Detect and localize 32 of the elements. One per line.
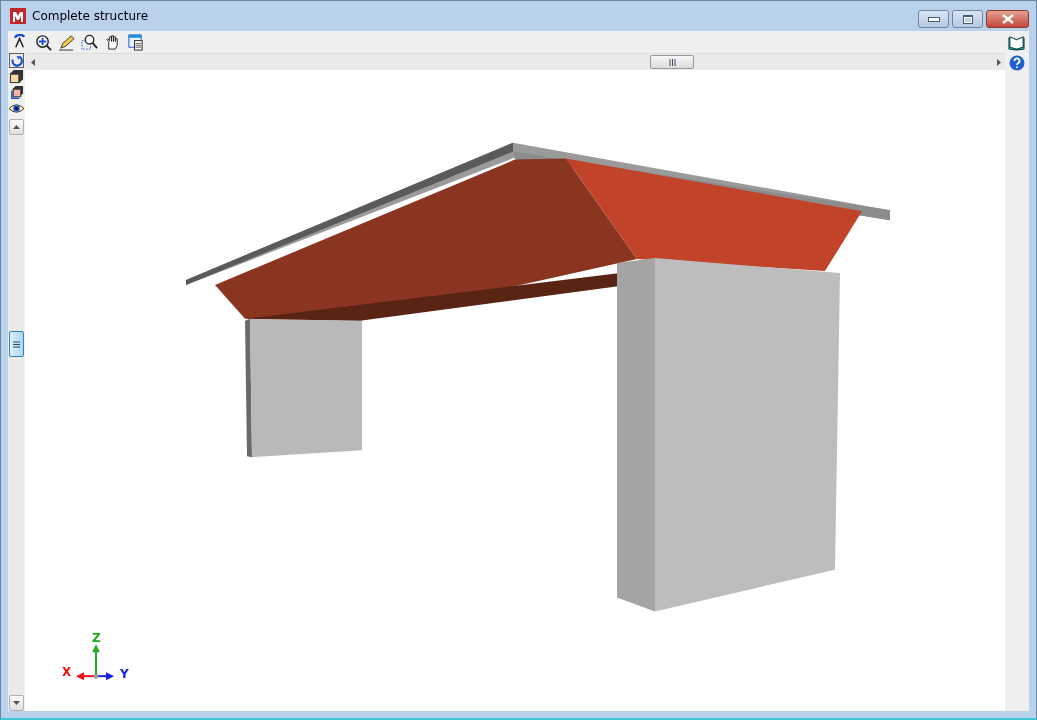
rotate-cube-icon[interactable] [9, 85, 24, 100]
axis-label: Y [120, 668, 129, 680]
help-icon[interactable] [1009, 55, 1025, 71]
hand-pan-icon[interactable] [104, 33, 121, 51]
scroll-thumb[interactable] [650, 55, 694, 69]
zoom-window-icon[interactable] [81, 33, 98, 51]
3d-viewport[interactable]: Z X Y [25, 70, 1005, 711]
pencil-icon[interactable] [58, 33, 75, 51]
axis-label: Z [92, 632, 101, 644]
document-window-icon[interactable] [127, 33, 144, 51]
minimize-button[interactable] [918, 10, 949, 28]
maximize-button[interactable] [952, 10, 983, 28]
undo-icon[interactable] [9, 53, 24, 68]
window-title: Complete structure [32, 9, 149, 23]
horizontal-scrollbar[interactable] [25, 53, 1005, 70]
eye-icon[interactable] [9, 101, 24, 116]
close-icon [1001, 14, 1014, 24]
scroll-up-button[interactable] [9, 119, 24, 135]
cube-icon[interactable] [9, 69, 24, 84]
axis-triad-drawing [76, 644, 114, 681]
down-arrow-icon [13, 701, 20, 705]
book-icon[interactable] [1008, 33, 1025, 51]
scroll-right-arrow[interactable] [997, 58, 1001, 66]
vertical-scrollbar[interactable] [9, 119, 24, 711]
scroll-left-arrow[interactable] [31, 58, 35, 66]
scroll-down-button[interactable] [9, 695, 24, 711]
up-arrow-icon [13, 125, 20, 129]
axis-label: X [62, 666, 72, 678]
app-icon [10, 8, 26, 24]
zoom-extents-icon[interactable] [35, 33, 52, 51]
scroll-thumb[interactable] [9, 331, 24, 357]
close-button[interactable] [986, 10, 1029, 28]
